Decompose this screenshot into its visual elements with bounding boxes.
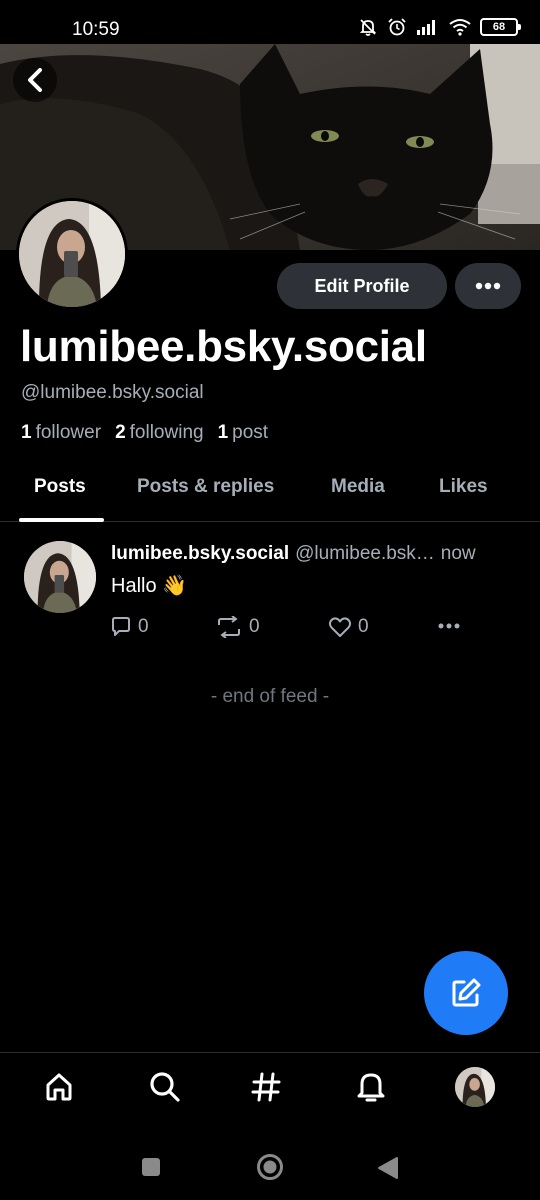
profile-avatar[interactable] [16,198,128,310]
post-author-avatar[interactable] [24,541,96,613]
compose-icon [452,978,481,1007]
battery-icon: 68 [480,18,521,36]
post-author-name[interactable]: lumibee.bsky.social [111,543,289,565]
profile-handle: @lumibee.bsky.social [21,382,204,403]
feed-post[interactable]: lumibee.bsky.social @lumibee.bsk… now Ha… [0,523,540,653]
reply-icon [112,617,130,636]
signal-icon [416,18,440,36]
recent-apps-button[interactable] [141,1157,161,1177]
more-horizontal-icon [475,282,501,290]
post-actions: 0 0 0 [110,616,530,640]
more-horizontal-icon [438,623,460,629]
mute-bell-icon [358,17,378,37]
compose-post-button[interactable] [424,951,508,1035]
system-back-button[interactable] [377,1156,399,1180]
post-text: Hallo 👋 [111,575,188,597]
more-options-button[interactable] [455,263,521,309]
system-navigation [0,1130,540,1200]
profile-stats: 1 follower 2 following 1 post [21,422,268,444]
post-author-handle[interactable]: @lumibee.bsk… [295,543,435,565]
nav-home[interactable] [39,1067,79,1107]
back-button[interactable] [13,58,57,102]
reply-button[interactable]: 0 [110,616,149,638]
repost-icon [218,616,240,638]
avatar-photo [455,1067,495,1107]
alarm-icon [387,17,407,37]
hashtag-icon [251,1072,281,1102]
repost-button[interactable]: 0 [215,616,260,638]
status-time: 10:59 [72,19,120,40]
tab-likes[interactable]: Likes [439,476,488,498]
chevron-left-icon [28,68,42,92]
post-more-button[interactable] [438,622,460,630]
notifications-bell-icon [357,1073,385,1102]
nav-profile[interactable] [455,1067,495,1107]
wifi-icon [449,18,471,36]
recent-apps-icon [142,1158,160,1176]
tab-posts[interactable]: Posts [34,476,86,498]
like-button[interactable]: 0 [328,616,369,638]
profile-avatar [455,1067,495,1107]
tab-posts-and-replies[interactable]: Posts & replies [137,476,274,498]
posts-stat: 1 post [217,422,269,443]
avatar-photo [19,201,125,307]
end-of-feed-label: - end of feed - [210,686,330,707]
repost-count: 0 [249,616,260,637]
home-circle-icon [257,1154,283,1180]
back-triangle-icon [378,1157,398,1179]
heart-icon [328,617,352,637]
edit-profile-button[interactable]: Edit Profile [277,263,447,309]
like-count: 0 [358,616,369,637]
tab-media[interactable]: Media [331,476,385,498]
nav-search[interactable] [145,1067,185,1107]
post-timestamp: now [440,543,476,564]
profile-tabs: Posts Posts & replies Media Likes [0,462,540,522]
avatar-photo [24,541,96,613]
active-tab-indicator [19,518,104,522]
followers-stat[interactable]: 1 follower [21,422,101,444]
status-icons: 68 [358,17,521,37]
following-stat[interactable]: 2 following [115,422,204,444]
nav-notifications[interactable] [351,1067,391,1107]
system-home-button[interactable] [256,1153,284,1181]
reply-count: 0 [138,616,149,637]
search-icon [150,1072,180,1102]
status-bar: 10:59 68 [0,0,540,44]
bottom-navigation [0,1052,540,1122]
post-header: lumibee.bsky.social @lumibee.bsk… now [111,543,523,565]
display-name: lumibee.bsky.social [20,322,427,371]
nav-feeds[interactable] [246,1067,286,1107]
home-icon [46,1073,72,1101]
